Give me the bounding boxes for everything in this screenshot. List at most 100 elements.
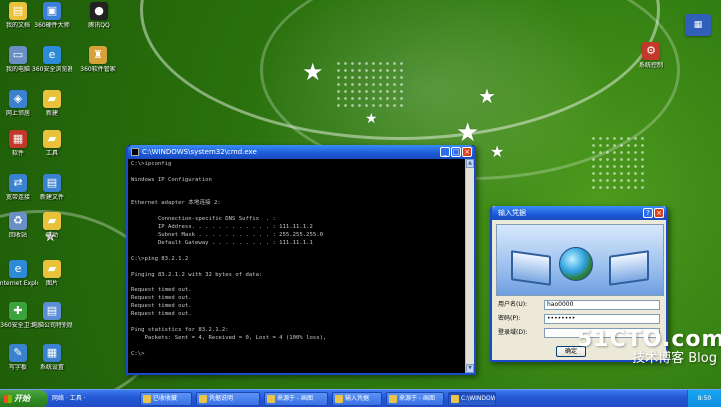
taskbar-item[interactable]: 输入凭据 [332,392,382,406]
cmd-line: C:\>ping 83.2.1.2 [131,255,189,262]
globe-icon [559,247,593,281]
hardware-master-icon: ▣ [43,2,61,20]
desktop-icon-label: 360软件管家 [80,66,116,73]
window-icon [451,395,459,403]
monitor-right-icon [609,250,649,286]
window-icon [199,395,207,403]
star-icon: ★ [302,58,324,86]
console-icon [131,148,139,156]
desktop-icon-label: 驱动 [45,232,58,239]
taskbar-item[interactable]: 已收收藏 [140,392,192,406]
desktop-icon[interactable]: ▤ 新建文件 [32,174,72,201]
cmd-line [131,248,462,256]
cmd-line: Subnet Mask . . . . . . . . . . . : 255.… [131,232,323,239]
quick-launch[interactable]: 网络 · 工具 · [52,393,86,405]
password-label: 密码(P): [498,315,521,322]
domain-label: 登录域(D): [498,329,528,336]
taskbar-item[interactable]: 凭据说明 [196,392,260,406]
minimize-button[interactable]: _ [440,147,450,157]
system-tray[interactable]: 8:50 [687,390,721,407]
desktop-icon[interactable]: ▰ 工具 [32,130,72,157]
star-icon: ★ [456,118,480,148]
close-button[interactable]: × [462,147,472,157]
desktop-icon[interactable]: ♜ 360软件管家 [78,46,118,73]
my-computer-icon: ▭ [9,46,27,64]
desktop-icon-label: 系统控制 [638,62,663,69]
desktop-icon[interactable]: ▰ 驱动 [32,212,72,239]
network-places-icon: ◈ [9,90,27,108]
username-label: 用户名(U): [498,301,528,308]
software-icon: ▦ [9,130,27,148]
control-panel-icon: ⚙ [642,42,660,60]
scroll-down-button[interactable]: ▼ [466,364,474,373]
start-button[interactable]: 开始 [0,390,48,407]
star-icon: ★ [478,84,496,108]
taskbar-item-label: C:\WINDOWS [461,395,495,402]
taskbar-item-label: 已收收藏 [153,395,178,402]
calendar-widget-icon: ▦ [685,14,711,36]
cmd-line: Connection-specific DNS Suffix . : [131,216,276,223]
window-icon [389,395,397,403]
browser-icon: e [43,46,61,64]
new-file-icon: ▤ [43,174,61,192]
cmd-line: Request timed out. [131,311,192,318]
cmd-output[interactable]: C:\>ipconfig Windows IP Configuration Ethe… [128,159,465,373]
desktop-icon[interactable]: ▦ 系统设置 [32,344,72,371]
username-field[interactable]: hao0000 [544,300,660,310]
desktop-icon-label: 新建文件 [39,194,64,201]
my-documents-icon: ▤ [9,2,27,20]
desktop-icon-label: 工具 [45,150,58,157]
taskbar-item[interactable]: 来源于 - 画图 [386,392,444,406]
taskbar: 开始 网络 · 工具 · 已收收藏 凭据说明 来源于 - 画图 输入凭据 来源于 - 画… [0,389,721,407]
monitor-left-icon [511,250,551,286]
system-settings-icon: ▦ [43,344,61,362]
taskbar-item[interactable]: C:\WINDOWS [448,392,496,406]
dialog-titlebar[interactable]: 输入凭据 ? × [492,206,666,220]
desktop-icon-label: 360安全浏览器 [32,66,72,73]
site-watermark: 51CTO.com 技术博客 Blog [577,329,721,367]
scroll-up-button[interactable]: ▲ [466,159,474,168]
close-button[interactable]: × [654,208,664,218]
cmd-line: Windows IP Configuration [131,176,212,183]
desktop-icon[interactable]: ⚙ 系统控制 [628,42,674,69]
desktop: ★ ★ ★ ★ ★ ★ ▤ 我的文档 ▣ 360硬件大师 ● 腾讯QQ ▭ 我的电脑 e 360安… [0,0,721,389]
desktop-icon[interactable]: ● 腾讯QQ [78,2,120,29]
window-icon [335,395,343,403]
window-icon [267,395,275,403]
cmd-line: Ping statistics for 83.2.1.2: [131,326,229,333]
maximize-button[interactable]: □ [451,147,461,157]
cmd-line [131,343,462,351]
cmd-line [131,185,462,193]
taskbar-item[interactable]: 来源于 - 画图 [264,392,328,406]
desktop-icon[interactable]: e 360安全浏览器 [32,46,72,73]
tools-folder-icon: ▰ [43,130,61,148]
dialog-title: 输入凭据 [498,209,526,217]
wordpad-icon: ✎ [9,344,27,362]
cmd-line [131,280,462,288]
cmd-titlebar[interactable]: C:\WINDOWS\system32\cmd.exe _ □ × [128,145,474,159]
desktop-icon-label: 电脑公司特别版 [32,322,72,329]
desktop-icon[interactable]: ▰ 新建 [32,90,72,117]
start-label: 开始 [14,394,30,403]
cmd-line: C:\>ipconfig [131,161,172,167]
desktop-icon[interactable]: ▦ [680,14,716,36]
window-icon [143,395,151,403]
cmd-line: Request timed out. [131,303,192,310]
taskbar-item-label: 凭据说明 [209,395,234,402]
desktop-icon[interactable]: ▤ 电脑公司特别版 [32,302,72,329]
help-button[interactable]: ? [643,208,653,218]
desktop-icon[interactable]: ▣ 360硬件大师 [32,2,72,29]
cmd-line: Ethernet adapter 本地连接 2: [131,200,221,207]
password-field[interactable]: •••••••• [544,314,660,324]
taskbar-item-label: 来源于 - 画图 [277,395,313,402]
cmd-scrollbar[interactable]: ▲ ▼ [465,159,474,373]
desktop-icon[interactable]: ▰ 图片 [32,260,72,287]
cmd-line: Request timed out. [131,287,192,294]
taskbar-item-label: 输入凭据 [345,395,370,402]
cmd-line: Pinging 83.2.1.2 with 32 bytes of data: [131,271,263,278]
desktop-icon-label: 腾讯QQ [88,22,110,29]
cmd-window[interactable]: C:\WINDOWS\system32\cmd.exe _ □ × C:\>ip… [126,145,476,375]
desktop-icon-label: 图片 [45,280,58,287]
taskbar-item-label: 来源于 - 画图 [399,395,435,402]
cmd-line [131,208,462,216]
